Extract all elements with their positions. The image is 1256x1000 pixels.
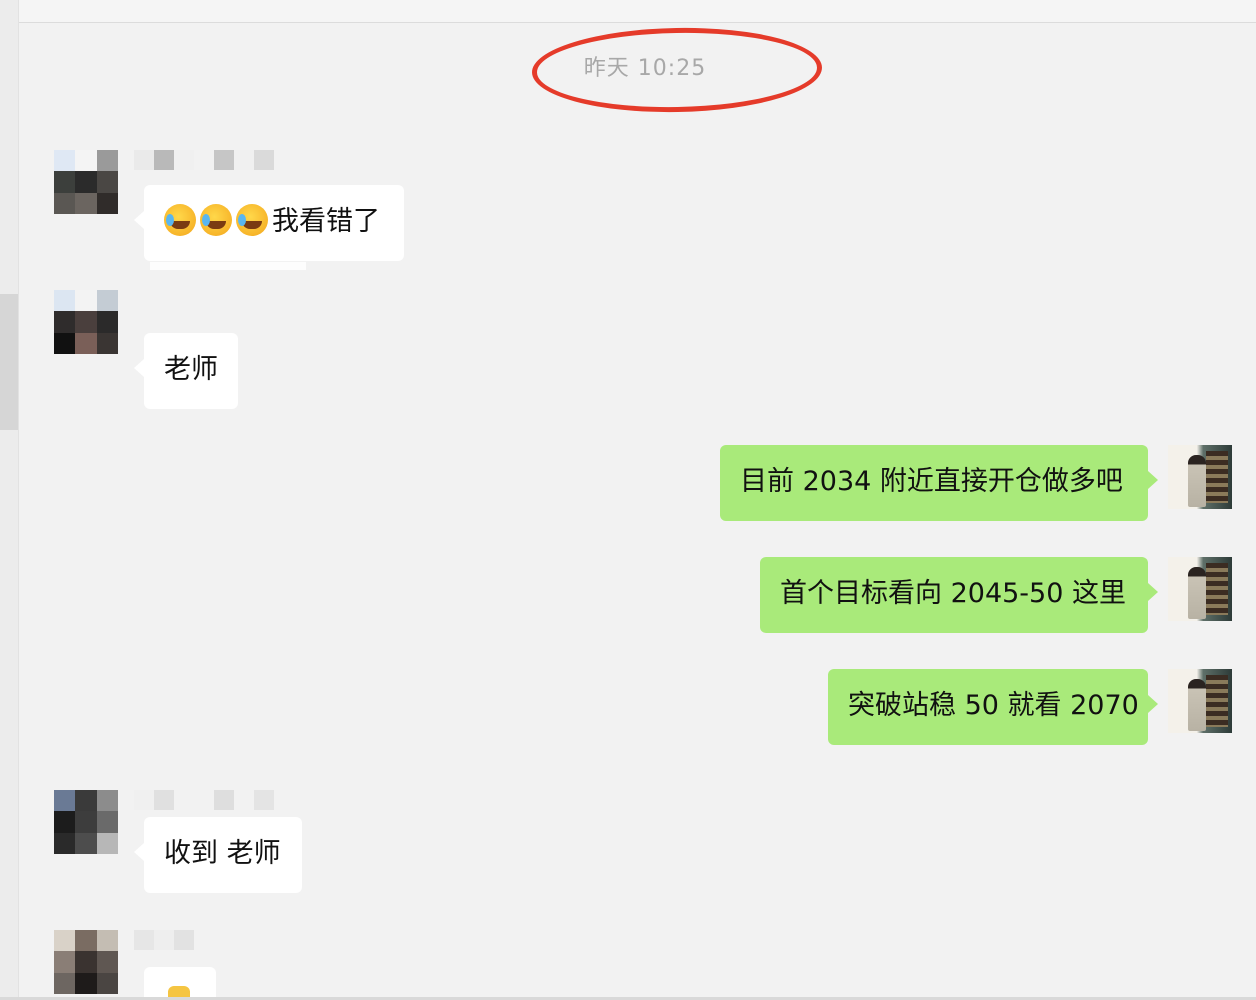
- self-avatar[interactable]: [1168, 445, 1232, 509]
- outgoing-message-bubble[interactable]: 突破站稳 50 就看 2070: [828, 669, 1158, 745]
- self-avatar[interactable]: [1168, 669, 1232, 733]
- contact-name-blurred: [134, 790, 274, 810]
- message-text: 收到 老师: [164, 838, 281, 869]
- avatar-person: [1188, 679, 1206, 731]
- contact-avatar[interactable]: [54, 930, 118, 994]
- avatar-background-shelf: [1206, 675, 1228, 727]
- laughing-tears-emoji-icon: [164, 204, 196, 236]
- contact-name-blurred: [134, 930, 194, 950]
- message-text: 目前 2034 附近直接开仓做多吧: [740, 466, 1123, 497]
- self-avatar[interactable]: [1168, 557, 1232, 621]
- header-divider: [0, 22, 1256, 23]
- blurred-strip: [150, 262, 306, 270]
- message-text: 突破站稳 50 就看 2070: [848, 690, 1139, 721]
- avatar-person: [1188, 455, 1206, 507]
- message-text: 老师: [164, 354, 218, 385]
- contact-avatar[interactable]: [54, 790, 118, 854]
- laughing-tears-emoji-icon: [236, 204, 268, 236]
- sidebar-scrollbar-thumb[interactable]: [0, 294, 18, 430]
- chat-header-strip: [0, 0, 1256, 22]
- avatar-background-shelf: [1206, 563, 1228, 615]
- incoming-message-bubble[interactable]: 我看错了: [134, 185, 404, 261]
- incoming-message-bubble[interactable]: 收到 老师: [134, 817, 302, 893]
- outgoing-message-bubble[interactable]: 目前 2034 附近直接开仓做多吧: [720, 445, 1158, 521]
- avatar-person: [1188, 567, 1206, 619]
- contact-avatar[interactable]: [54, 290, 118, 354]
- sidebar-edge: [0, 0, 19, 1000]
- message-text: 我看错了: [272, 206, 380, 237]
- outgoing-message-bubble[interactable]: 首个目标看向 2045-50 这里: [760, 557, 1158, 633]
- message-text: 首个目标看向 2045-50 这里: [780, 578, 1126, 609]
- chat-window: 昨天 10:25 我看错了 老师 目前 2034 附近直接开仓做多吧 首个目标看…: [0, 0, 1256, 1000]
- contact-avatar[interactable]: [54, 150, 118, 214]
- laughing-tears-emoji-icon: [200, 204, 232, 236]
- incoming-message-bubble[interactable]: 老师: [134, 333, 238, 409]
- avatar-background-shelf: [1206, 451, 1228, 503]
- contact-name-blurred: [134, 150, 274, 170]
- red-circle-annotation: [531, 25, 823, 115]
